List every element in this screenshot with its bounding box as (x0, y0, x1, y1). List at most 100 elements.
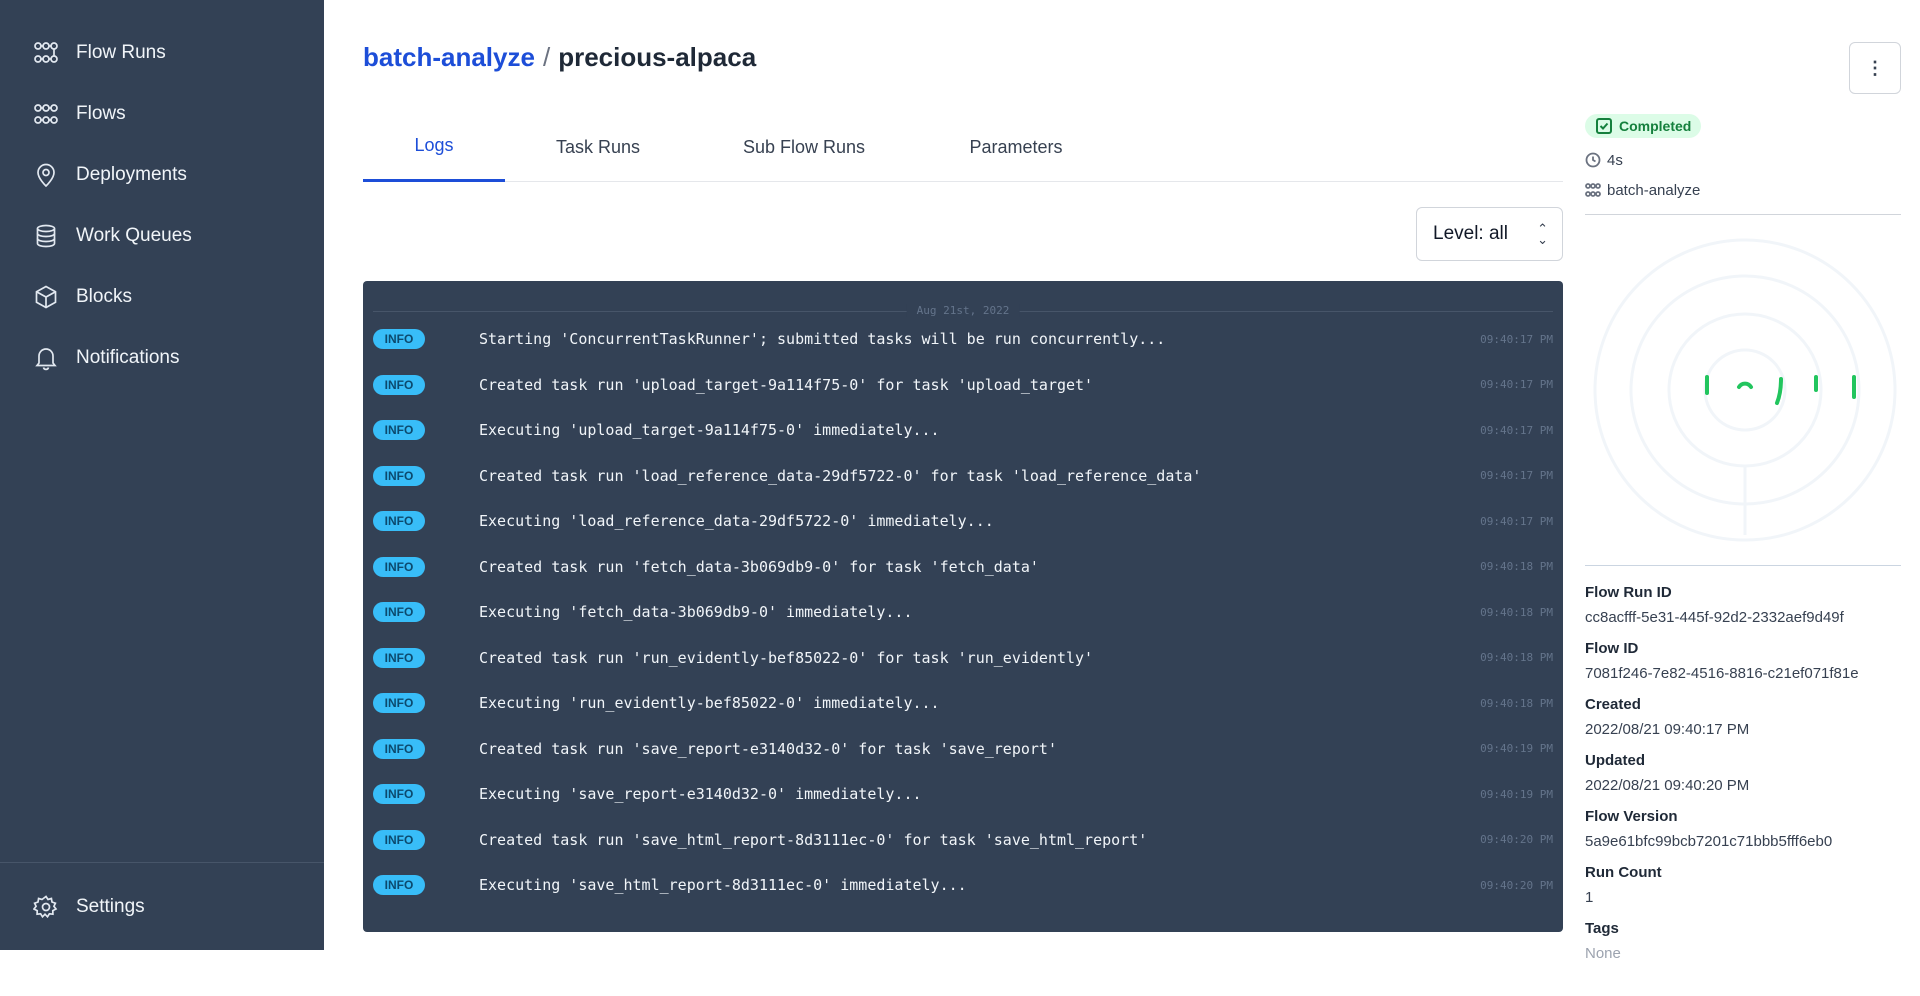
log-message: Executing 'run_evidently-bef85022-0' imm… (479, 694, 940, 712)
tab-logs[interactable]: Logs (363, 112, 505, 182)
tab-sub-flow-runs[interactable]: Sub Flow Runs (691, 112, 917, 182)
run-radar-graph[interactable] (1585, 215, 1901, 565)
log-level-badge: INFO (373, 647, 425, 668)
log-timestamp: 09:40:19 PM (1480, 742, 1553, 755)
log-level-badge: INFO (373, 738, 425, 759)
sidebar-item-notifications[interactable]: Notifications (0, 327, 324, 388)
chevron-up-down-icon: ⌃ ⌄ (1537, 221, 1548, 247)
sidebar-divider (0, 862, 324, 863)
log-message: Created task run 'run_evidently-bef85022… (479, 648, 1094, 667)
detail-label: Tags (1585, 920, 1619, 937)
sidebar-item-flow-runs[interactable]: Flow Runs (0, 22, 324, 83)
log-level-badge: INFO (373, 511, 425, 531)
status-badge: Completed (1585, 114, 1702, 138)
log-message: Created task run 'save_report-e3140d32-0… (479, 739, 1057, 758)
sidebar-item-settings[interactable]: Settings (0, 876, 324, 937)
gear-icon (32, 893, 60, 921)
detail-label: Created (1585, 696, 1641, 713)
detail-value: 7081f246-7e82-4516-8816-c21ef071f81e (1585, 665, 1859, 682)
sidebar-item-label: Flow Runs (76, 41, 166, 63)
log-timestamp: 09:40:17 PM (1480, 514, 1553, 528)
run-details-list: Flow Run ID cc8acfff-5e31-445f-92d2-2332a… (1585, 584, 1901, 965)
detail-label: Flow Version (1585, 808, 1678, 825)
page-title: precious-alpaca (558, 42, 757, 72)
flow-name-value: batch-analyze (1607, 181, 1701, 199)
detail-value: 1 (1585, 889, 1594, 906)
log-timestamp: 09:40:18 PM (1480, 696, 1553, 710)
detail-label: Flow Run ID (1585, 584, 1672, 601)
detail-label: Flow ID (1585, 640, 1639, 657)
sidebar-item-label: Blocks (76, 285, 132, 307)
flow-runs-icon (32, 39, 60, 67)
sidebar: Flow Runs Flows Deployments Work Queues … (0, 0, 324, 950)
log-level-badge: INFO (373, 374, 425, 395)
log-level-badge: INFO (373, 784, 425, 804)
log-message: Executing 'upload_target-9a114f75-0' imm… (479, 421, 940, 439)
log-timestamp: 09:40:20 PM (1480, 878, 1553, 892)
log-row: INFO Created task run 'upload_target-9a11… (363, 365, 1563, 405)
log-level-badge: INFO (373, 602, 425, 622)
status-label: Completed (1619, 118, 1692, 134)
log-message: Executing 'save_report-e3140d32-0' immed… (479, 785, 922, 803)
log-row: INFO Created task run 'save_html_report-8… (363, 820, 1563, 860)
more-options-button[interactable]: ⋮ (1849, 42, 1901, 94)
sidebar-item-label: Deployments (76, 163, 187, 185)
log-level-badge: INFO (373, 329, 425, 349)
sidebar-item-work-queues[interactable]: Work Queues (0, 205, 324, 266)
deployments-icon (32, 161, 60, 189)
log-timestamp: 09:40:17 PM (1480, 423, 1553, 437)
detail-value: 2022/08/21 09:40:20 PM (1585, 777, 1750, 794)
log-message: Starting 'ConcurrentTaskRunner'; submitt… (479, 330, 1166, 348)
log-row: INFO Executing 'save_report-e3140d32-0' i… (363, 774, 1563, 814)
clock-icon (1585, 152, 1601, 168)
sidebar-item-blocks[interactable]: Blocks (0, 266, 324, 327)
check-square-icon (1596, 118, 1612, 134)
log-row: INFO Executing 'save_html_report-8d3111ec… (363, 865, 1563, 905)
blocks-icon (32, 283, 60, 311)
tab-bar: Logs Task Runs Sub Flow Runs Parameters (363, 112, 1563, 182)
detail-value: 5a9e61bfc99bcb7201c71bbb5fff6eb0 (1585, 833, 1833, 850)
tab-parameters[interactable]: Parameters (917, 112, 1115, 182)
sidebar-item-deployments[interactable]: Deployments (0, 144, 324, 205)
sidebar-item-flows[interactable]: Flows (0, 83, 324, 144)
log-level-badge: INFO (373, 829, 425, 850)
sidebar-nav: Flow Runs Flows Deployments Work Queues … (0, 0, 324, 388)
log-row: INFO Executing 'upload_target-9a114f75-0'… (363, 410, 1563, 450)
log-level-badge: INFO (373, 420, 425, 440)
flow-icon (1585, 183, 1601, 197)
log-row: INFO Executing 'run_evidently-bef85022-0'… (363, 683, 1563, 723)
more-vertical-icon: ⋮ (1866, 57, 1884, 78)
log-level-badge: INFO (373, 875, 425, 895)
log-timestamp: 09:40:17 PM (1480, 332, 1553, 346)
panel-divider (1585, 565, 1901, 566)
duration-row: 4s (1585, 150, 1901, 170)
detail-label: Run Count (1585, 864, 1662, 881)
detail-value: cc8acfff-5e31-445f-92d2-2332aef9d49f (1585, 609, 1844, 626)
log-row: INFO Created task run 'run_evidently-bef8… (363, 638, 1563, 678)
log-message: Executing 'fetch_data-3b069db9-0' immedi… (479, 603, 913, 621)
duration-value: 4s (1607, 151, 1623, 169)
log-level-badge: INFO (373, 556, 425, 577)
flow-name-row[interactable]: batch-analyze (1585, 180, 1901, 200)
log-level-badge: INFO (373, 465, 425, 486)
log-message: Created task run 'fetch_data-3b069db9-0'… (479, 557, 1039, 576)
level-select-value: Level: all (1433, 223, 1508, 244)
log-message: Created task run 'upload_target-9a114f75… (479, 375, 1094, 394)
detail-value: 2022/08/21 09:40:17 PM (1585, 721, 1750, 738)
level-select[interactable]: Level: all ⌃ ⌄ (1416, 207, 1563, 261)
log-level-badge: INFO (373, 693, 425, 713)
detail-value: None (1585, 945, 1621, 962)
log-message: Created task run 'load_reference_data-29… (479, 466, 1202, 485)
work-queues-icon (32, 222, 60, 250)
log-row: INFO Created task run 'load_reference_dat… (363, 456, 1563, 496)
tab-task-runs[interactable]: Task Runs (505, 112, 691, 182)
flow-run-details-panel: Completed 4s batch-analyze Flow Run ID cc… (1585, 114, 1901, 976)
main-content: batch-analyze / precious-alpaca Logs Task … (363, 0, 1563, 996)
log-row: INFO Created task run 'save_report-e3140d… (363, 729, 1563, 769)
log-timestamp: 09:40:19 PM (1480, 787, 1553, 801)
log-timestamp: 09:40:17 PM (1480, 469, 1553, 482)
log-viewer[interactable]: Aug 21st, 2022 INFO Starting 'ConcurrentT… (363, 281, 1563, 932)
log-timestamp: 09:40:17 PM (1480, 378, 1553, 391)
breadcrumb-flow-link[interactable]: batch-analyze (363, 42, 535, 72)
sidebar-item-label: Work Queues (76, 224, 192, 246)
